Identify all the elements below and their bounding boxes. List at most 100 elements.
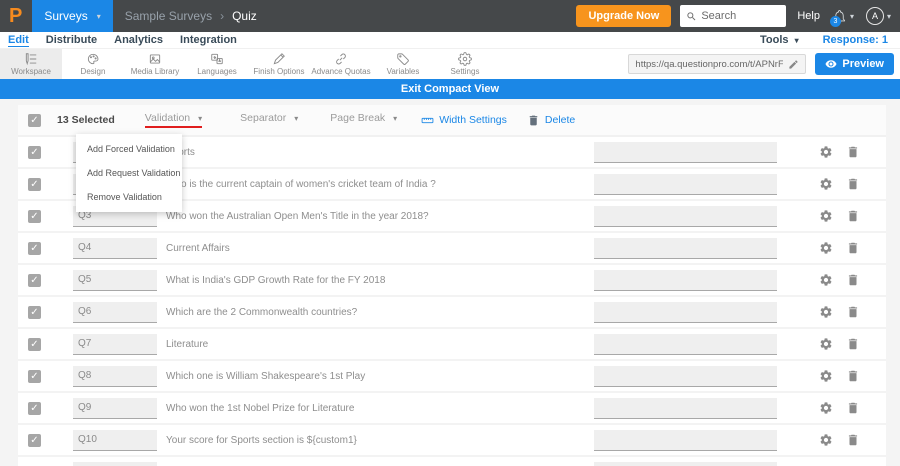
trash-icon bbox=[848, 434, 858, 446]
question-code-input[interactable] bbox=[73, 301, 157, 323]
question-code-input[interactable] bbox=[73, 365, 157, 387]
question-answer-input[interactable] bbox=[594, 429, 777, 451]
question-checkbox[interactable] bbox=[28, 369, 41, 383]
validation-menu-item[interactable]: Add Request Validation bbox=[76, 161, 182, 185]
toolbar-item-variables[interactable]: Variables bbox=[372, 49, 434, 79]
question-delete-button[interactable] bbox=[846, 369, 860, 383]
question-checkbox[interactable] bbox=[28, 209, 41, 223]
question-checkbox[interactable] bbox=[28, 177, 41, 191]
breadcrumb-parent[interactable]: Sample Surveys bbox=[125, 9, 212, 23]
search-box[interactable] bbox=[680, 5, 787, 27]
question-settings-button[interactable] bbox=[819, 433, 833, 447]
chain-link-icon bbox=[336, 53, 346, 65]
question-answer-input[interactable] bbox=[594, 237, 777, 259]
question-answer-input[interactable] bbox=[594, 397, 777, 419]
upgrade-now-button[interactable]: Upgrade Now bbox=[576, 5, 672, 27]
question-code-input[interactable] bbox=[73, 461, 157, 466]
question-settings-button[interactable] bbox=[819, 209, 833, 223]
search-input[interactable] bbox=[701, 10, 772, 22]
validation-menu-item[interactable]: Remove Validation bbox=[76, 185, 182, 209]
exit-compact-view-bar[interactable]: Exit Compact View bbox=[0, 79, 900, 99]
validation-dropdown[interactable]: Validation bbox=[144, 112, 203, 128]
question-answer-input[interactable] bbox=[594, 269, 777, 291]
survey-url-field[interactable] bbox=[628, 54, 807, 74]
trash-icon bbox=[848, 242, 858, 254]
tab-distribute[interactable]: Distribute bbox=[46, 34, 97, 46]
topbar: P Surveys Sample Surveys Quiz Upgrade No… bbox=[0, 0, 900, 32]
gear-icon bbox=[820, 338, 832, 350]
question-settings-button[interactable] bbox=[819, 401, 833, 415]
validation-menu-item[interactable]: Add Forced Validation bbox=[76, 137, 182, 161]
tab-edit[interactable]: Edit bbox=[8, 34, 29, 47]
question-checkbox[interactable] bbox=[28, 145, 41, 159]
select-all-checkbox[interactable] bbox=[28, 113, 41, 127]
question-checkbox[interactable] bbox=[28, 305, 41, 319]
tab-integration[interactable]: Integration bbox=[180, 34, 237, 46]
survey-url-input[interactable] bbox=[635, 58, 784, 70]
question-settings-button[interactable] bbox=[819, 305, 833, 319]
question-answer-input[interactable] bbox=[594, 141, 777, 163]
toolbar-item-media-library[interactable]: Media Library bbox=[124, 49, 186, 79]
preview-button[interactable]: Preview bbox=[815, 53, 894, 75]
question-checkbox[interactable] bbox=[28, 401, 41, 415]
question-answer-input[interactable] bbox=[594, 333, 777, 355]
notifications-button[interactable]: 3 bbox=[829, 9, 854, 27]
separator-dropdown[interactable]: Separator bbox=[240, 112, 298, 128]
toolbar-item-settings[interactable]: Settings bbox=[434, 49, 496, 79]
chevron-down-icon bbox=[887, 12, 891, 21]
question-answer-input[interactable] bbox=[594, 365, 777, 387]
chevron-down-icon bbox=[393, 114, 397, 123]
tools-menu[interactable]: Tools bbox=[760, 34, 799, 46]
gear-icon bbox=[820, 146, 832, 158]
surveys-app-menu[interactable]: Surveys bbox=[32, 0, 113, 32]
question-answer-input[interactable] bbox=[594, 301, 777, 323]
question-checkbox[interactable] bbox=[28, 273, 41, 287]
question-code-input[interactable] bbox=[73, 397, 157, 419]
gear-icon bbox=[820, 402, 832, 414]
toolbar-item-finish-options[interactable]: Finish Options bbox=[248, 49, 310, 79]
palette-icon bbox=[87, 53, 99, 65]
question-delete-button[interactable] bbox=[846, 433, 860, 447]
question-checkbox[interactable] bbox=[28, 337, 41, 351]
toolbar-item-advance-quotas[interactable]: Advance Quotas bbox=[310, 49, 372, 79]
search-icon bbox=[687, 11, 696, 20]
question-checkbox[interactable] bbox=[28, 241, 41, 255]
page-break-dropdown[interactable]: Page Break bbox=[330, 112, 397, 128]
question-delete-button[interactable] bbox=[846, 273, 860, 287]
question-settings-button[interactable] bbox=[819, 273, 833, 287]
trash-icon bbox=[848, 274, 858, 286]
question-settings-button[interactable] bbox=[819, 177, 833, 191]
question-code-input[interactable] bbox=[73, 269, 157, 291]
question-settings-button[interactable] bbox=[819, 241, 833, 255]
question-settings-button[interactable] bbox=[819, 337, 833, 351]
response-count[interactable]: Response: 1 bbox=[823, 34, 888, 46]
question-code-input[interactable] bbox=[73, 237, 157, 259]
question-delete-button[interactable] bbox=[846, 241, 860, 255]
question-delete-button[interactable] bbox=[846, 305, 860, 319]
question-delete-button[interactable] bbox=[846, 209, 860, 223]
toolbar-item-design[interactable]: Design bbox=[62, 49, 124, 79]
question-code-input[interactable] bbox=[73, 333, 157, 355]
question-delete-button[interactable] bbox=[846, 177, 860, 191]
question-code-input[interactable] bbox=[73, 429, 157, 451]
question-settings-button[interactable] bbox=[819, 145, 833, 159]
question-settings-button[interactable] bbox=[819, 369, 833, 383]
question-text: What is India's GDP Growth Rate for the … bbox=[166, 274, 386, 286]
edit-pencil-icon[interactable] bbox=[788, 59, 799, 70]
question-delete-button[interactable] bbox=[846, 401, 860, 415]
question-checkbox[interactable] bbox=[28, 433, 41, 447]
account-menu[interactable]: A bbox=[854, 7, 891, 25]
toolbar-item-workspace[interactable]: Workspace bbox=[0, 49, 62, 79]
delete-button[interactable]: Delete bbox=[527, 114, 575, 127]
tab-analytics[interactable]: Analytics bbox=[114, 34, 163, 46]
question-delete-button[interactable] bbox=[846, 337, 860, 351]
question-answer-input[interactable] bbox=[594, 461, 777, 466]
toolbar-item-languages[interactable]: Languages bbox=[186, 49, 248, 79]
question-delete-button[interactable] bbox=[846, 145, 860, 159]
question-answer-input[interactable] bbox=[594, 173, 777, 195]
question-answer-input[interactable] bbox=[594, 205, 777, 227]
width-settings-button[interactable]: Width Settings bbox=[421, 114, 507, 127]
breadcrumb: Sample Surveys Quiz bbox=[125, 9, 257, 23]
help-link[interactable]: Help bbox=[797, 10, 820, 22]
selected-count: 13 Selected bbox=[57, 114, 115, 126]
